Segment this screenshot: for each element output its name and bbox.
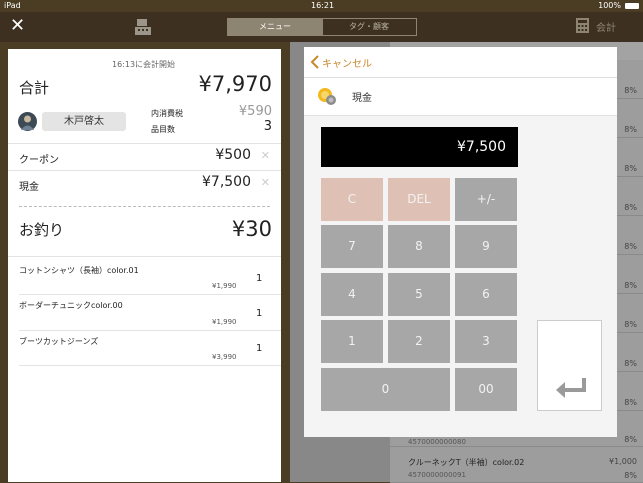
remove-coupon-icon[interactable]: ✕ xyxy=(261,149,270,162)
clear-key[interactable]: C xyxy=(321,178,383,221)
list-row-last: クルーネックT（半袖）color.02 4570000000091 ¥1,000… xyxy=(390,447,643,483)
cancel-button[interactable]: キャンセル xyxy=(322,55,372,70)
payment-label-coupon: クーポン xyxy=(19,155,59,166)
line-item[interactable]: ブーツカットジーンズ ¥3,990 1 xyxy=(8,331,281,367)
digit-key-8[interactable]: 8 xyxy=(388,225,450,268)
digit-key-4[interactable]: 4 xyxy=(321,273,383,316)
digit-key-6[interactable]: 6 xyxy=(455,273,517,316)
battery-icon xyxy=(625,3,639,9)
enter-key[interactable] xyxy=(537,320,602,411)
payment-amount-cash: ¥7,500 xyxy=(202,174,251,190)
double-zero-key[interactable]: 00 xyxy=(455,368,517,411)
status-bar: iPad 16:21 100% xyxy=(0,0,643,12)
tax-label: 内消費税 xyxy=(151,109,183,118)
cash-register-icon[interactable] xyxy=(133,17,153,37)
total-value: ¥7,970 xyxy=(198,72,272,96)
chevron-left-icon[interactable] xyxy=(310,54,320,69)
divider xyxy=(8,170,281,171)
delete-key[interactable]: DEL xyxy=(388,178,450,221)
customer-avatar xyxy=(18,112,37,131)
line-item[interactable]: コットンシャツ（長袖）color.01 ¥1,990 1 xyxy=(8,257,281,293)
count-value: 3 xyxy=(263,119,272,134)
amount-display: ¥7,500 xyxy=(321,127,518,167)
sign-key[interactable]: +/- xyxy=(455,178,517,221)
tab-tags-customers[interactable]: タグ・顧客 xyxy=(321,18,417,36)
tab-menu[interactable]: メニュー xyxy=(227,18,323,36)
item-code: 4570000000091 xyxy=(408,471,466,479)
divider xyxy=(19,365,281,366)
payment-method-label: 現金 xyxy=(352,93,372,104)
line-item-qty: 1 xyxy=(256,343,263,354)
line-item-name: コットンシャツ（長袖）color.01 xyxy=(19,266,139,275)
change-value: ¥30 xyxy=(231,217,272,241)
checkout-start-time: 16:13に会計開始 xyxy=(112,60,176,69)
line-item-qty: 1 xyxy=(256,308,263,319)
digit-key-3[interactable]: 3 xyxy=(455,320,517,363)
digit-key-5[interactable]: 5 xyxy=(388,273,450,316)
digit-key-7[interactable]: 7 xyxy=(321,225,383,268)
total-label: 合計 xyxy=(19,79,50,97)
item-tax: 8% xyxy=(624,471,637,480)
line-item-qty: 1 xyxy=(256,273,263,284)
status-time: 16:21 xyxy=(311,1,335,10)
change-label: お釣り xyxy=(19,221,65,239)
top-nav: ✕ メニュー タグ・顧客 会計 xyxy=(0,12,643,42)
device-label: iPad xyxy=(4,1,21,10)
line-item-name: ブーツカットジーンズ xyxy=(19,337,99,346)
coins-icon xyxy=(316,86,338,108)
close-x-icon[interactable]: ✕ xyxy=(10,16,28,36)
modal-header: キャンセル xyxy=(304,47,617,78)
checkout-label[interactable]: 会計 xyxy=(596,19,616,34)
battery-percent: 100% xyxy=(598,1,621,10)
item-price: ¥1,000 xyxy=(609,457,637,466)
line-item-name: ボーダーチュニックcolor.00 xyxy=(19,301,123,310)
payment-modal: キャンセル 現金 ¥7,500 C DEL +/- 7 8 9 4 5 6 1 … xyxy=(304,47,617,437)
payment-label-cash: 現金 xyxy=(19,182,39,193)
digit-key-0[interactable]: 0 xyxy=(321,368,450,411)
line-item-price: ¥1,990 xyxy=(212,318,237,326)
divider xyxy=(8,143,281,144)
customer-name-chip[interactable]: 木戸啓太 xyxy=(42,112,126,131)
digit-key-1[interactable]: 1 xyxy=(321,320,383,363)
remove-cash-icon[interactable]: ✕ xyxy=(261,176,270,189)
calculator-icon[interactable] xyxy=(576,18,589,33)
digit-key-9[interactable]: 9 xyxy=(455,225,517,268)
payment-amount-coupon: ¥500 xyxy=(215,147,251,163)
dashed-divider xyxy=(19,206,270,208)
line-item-price: ¥1,990 xyxy=(212,282,237,290)
line-item-price: ¥3,990 xyxy=(212,353,237,361)
payment-method-row: 現金 xyxy=(304,78,617,116)
item-name: クルーネックT（半袖）color.02 xyxy=(408,458,525,467)
tax-value: ¥590 xyxy=(238,104,272,119)
count-label: 品目数 xyxy=(151,125,175,134)
digit-key-2[interactable]: 2 xyxy=(388,320,450,363)
line-item[interactable]: ボーダーチュニックcolor.00 ¥1,990 1 xyxy=(8,295,281,331)
receipt-panel: 16:13に会計開始 合計 ¥7,970 木戸啓太 内消費税 ¥590 品目数 … xyxy=(8,49,281,482)
enter-arrow-icon xyxy=(554,376,588,398)
